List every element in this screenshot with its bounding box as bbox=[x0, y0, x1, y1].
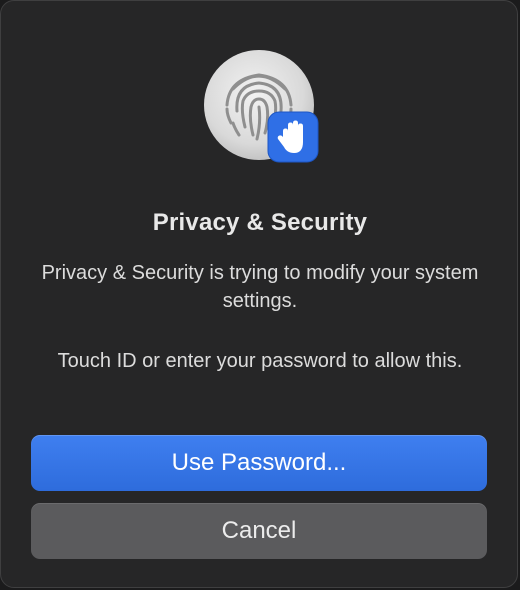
dialog-title: Privacy & Security bbox=[152, 209, 368, 236]
dialog-icon bbox=[203, 49, 319, 163]
raised-hand-icon bbox=[267, 111, 319, 163]
dialog-message-primary: Privacy & Security is trying to modify y… bbox=[41, 262, 479, 312]
dialog-message-secondary: Touch ID or enter your password to allow… bbox=[57, 350, 463, 372]
use-password-button[interactable]: Use Password... bbox=[31, 435, 487, 491]
authentication-dialog: Privacy & Security Privacy & Security is… bbox=[0, 0, 518, 588]
cancel-button[interactable]: Cancel bbox=[31, 503, 487, 559]
